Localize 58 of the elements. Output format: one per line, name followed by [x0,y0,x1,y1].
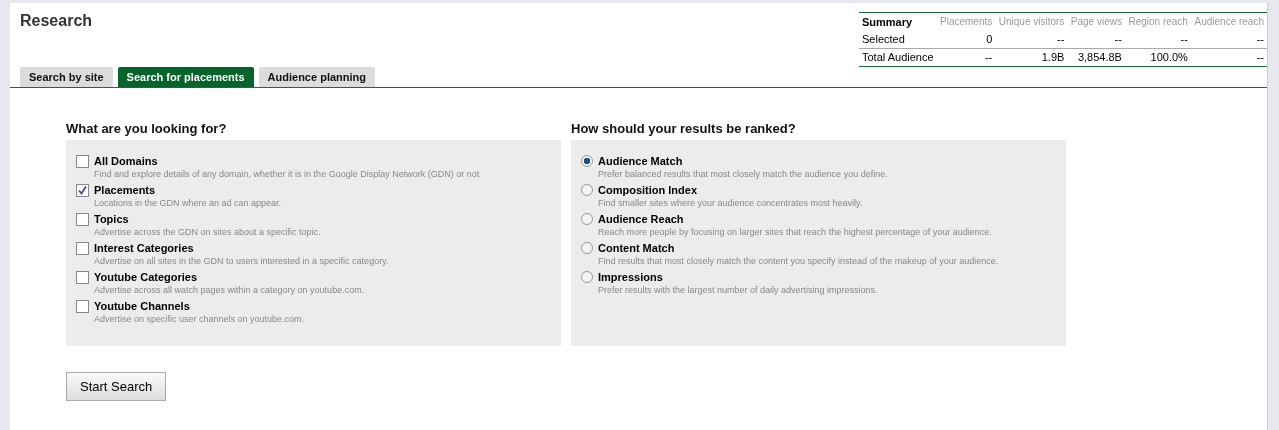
radio-button[interactable] [581,242,593,254]
radio-button[interactable] [581,184,593,196]
table-cell: 3,854.8B [1067,48,1125,67]
tab[interactable]: Audience planning [258,67,375,87]
option-description: Locations in the GDN where an ad can appear. [94,197,282,210]
table-cell: 100.0% [1124,48,1191,67]
column-header: Page views [1067,12,1125,31]
option-label: Placements [94,183,157,197]
table-cell: Selected [859,30,937,49]
table-cell: -- [1124,30,1191,49]
table-cell: -- [1067,30,1125,49]
tab[interactable]: Search by site [20,67,113,87]
option-description: Advertise on all sites in the GDN to users interested in a specific category. [94,255,389,268]
option-description: Advertise on specific user channels on youtube.com. [94,313,305,326]
checkbox[interactable] [76,184,89,197]
option-description: Reach more people by focusing on larger sites that reach the highest percentage of your audience. [598,226,992,239]
section-heading: What are you looking for? [66,121,228,136]
radio-button[interactable] [581,155,593,167]
column-header: Placements [936,12,996,31]
option-label: Interest Categories [94,241,195,255]
option-label: All Domains [94,154,159,168]
option-description: Advertise across all watch pages within a category on youtube.com. [94,284,365,297]
table-cell: -- [1190,30,1267,49]
table-cell: Total Audience [859,48,937,67]
start-search-button[interactable]: Start Search [66,372,167,401]
checkbox[interactable] [76,213,89,226]
option-description: Prefer results with the largest number of daily advertising impressions. [598,284,878,297]
option-label: Topics [94,212,130,226]
option-description: Find and explore details of any domain, whether it is in the Google Display Network (GDN) or not [94,168,480,181]
option-label: Youtube Categories [94,270,199,284]
option-label: Composition Index [598,183,698,197]
checkbox[interactable] [76,271,89,284]
column-header: Unique visitors [995,12,1068,31]
section-heading: How should your results be ranked? [571,121,797,136]
option-description: Prefer balanced results that most closely match the audience you define. [598,168,888,181]
radio-button[interactable] [581,271,593,283]
table-cell: -- [1190,48,1267,67]
option-label: Content Match [598,241,676,255]
checkbox[interactable] [76,155,89,168]
page-title: Research [20,12,93,31]
tab[interactable]: Search for placements [117,67,254,87]
option-description: Find smaller sites where your audience concentrates most heavily. [598,197,863,210]
column-header: Summary [859,12,937,31]
checkbox[interactable] [76,300,89,313]
column-header: Audience reach [1190,12,1267,31]
option-description: Find results that most closely match the content you specify instead of the makeup of your audience. [598,255,999,268]
option-label: Impressions [598,270,664,284]
column-header: Region reach [1124,12,1191,31]
table-cell: 1.9B [995,48,1068,67]
table-cell: 0 [936,30,996,49]
option-label: Audience Reach [598,212,685,226]
option-description: Advertise across the GDN on sites about a specific topic. [94,226,321,239]
checkbox[interactable] [76,242,89,255]
table-cell: -- [995,30,1068,49]
table-cell: -- [936,48,996,67]
option-label: Audience Match [598,154,684,168]
option-label: Youtube Channels [94,299,191,313]
radio-button[interactable] [581,213,593,225]
